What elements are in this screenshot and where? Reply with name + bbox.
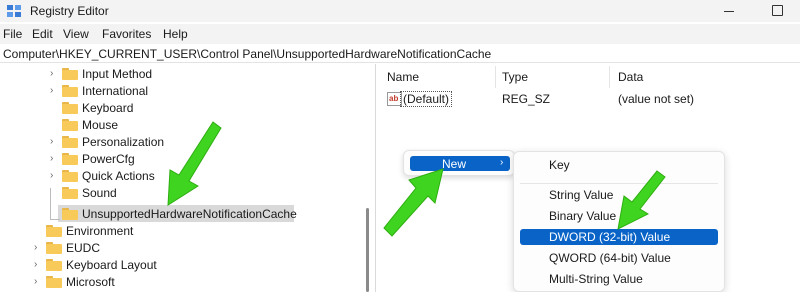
tree-item-mouse[interactable]: Mouse <box>50 117 350 133</box>
registry-editor-icon <box>7 5 21 17</box>
tree-item-label: Quick Actions <box>82 169 155 183</box>
tree-item-environment[interactable]: Environment <box>34 223 334 239</box>
value-row-default[interactable]: ab (Default) REG_SZ (value not set) <box>387 91 787 108</box>
tree-item-keyboard[interactable]: Keyboard <box>50 100 350 116</box>
folder-icon <box>62 208 78 220</box>
chevron-right-icon[interactable]: › <box>50 85 60 97</box>
tree-scrollbar[interactable] <box>366 208 369 292</box>
address-bar[interactable]: Computer\HKEY_CURRENT_USER\Control Panel… <box>0 45 800 63</box>
tree-item-label: UnsupportedHardwareNotificationCache <box>82 207 297 221</box>
tree-item-label: Keyboard Layout <box>66 258 157 272</box>
tree-item-eudc[interactable]: › EUDC <box>34 240 334 256</box>
folder-icon <box>46 242 62 254</box>
chevron-right-icon[interactable]: › <box>34 259 44 271</box>
folder-icon <box>62 119 78 131</box>
column-separator[interactable] <box>609 66 610 88</box>
column-separator[interactable] <box>495 66 496 88</box>
submenu-item-multi-string-value[interactable]: Multi-String Value <box>520 271 718 287</box>
chevron-right-icon[interactable]: › <box>34 276 44 288</box>
new-label: New <box>442 157 467 171</box>
tree-item-powercfg[interactable]: › PowerCfg <box>50 151 350 167</box>
tree-pane: › Input Method › International Keyboard … <box>0 64 376 292</box>
chevron-right-icon[interactable]: › <box>50 170 60 182</box>
tree-item-label: Environment <box>66 224 134 238</box>
tree-item-input-method[interactable]: › Input Method <box>50 66 350 82</box>
tree-item-keyboard-layout[interactable]: › Keyboard Layout <box>34 257 334 273</box>
tree-item-label: Mouse <box>82 118 119 132</box>
tree-item-label: Keyboard <box>82 101 134 115</box>
tree-item-international[interactable]: › International <box>50 83 350 99</box>
tree-item-label: EUDC <box>66 241 101 255</box>
tree-item-label: Microsoft <box>66 275 115 289</box>
chevron-right-icon[interactable]: › <box>34 242 44 254</box>
menu-file[interactable]: File <box>3 27 22 41</box>
tree-item-microsoft[interactable]: › Microsoft <box>34 274 334 290</box>
column-header-name[interactable]: Name <box>387 70 419 84</box>
tree-item-label: Sound <box>82 186 117 200</box>
folder-icon <box>46 276 62 288</box>
tree-item-label: PowerCfg <box>82 152 135 166</box>
submenu-item-qword-value[interactable]: QWORD (64-bit) Value <box>520 250 718 266</box>
menu-view[interactable]: View <box>63 27 89 41</box>
submenu-item-label: String Value <box>549 188 614 202</box>
tree-item-unsupported-hardware-notification-cache[interactable]: UnsupportedHardwareNotificationCache <box>50 206 350 222</box>
folder-icon <box>46 259 62 271</box>
folder-icon <box>62 136 78 148</box>
context-menu: New › <box>403 150 515 176</box>
folder-icon <box>62 170 78 182</box>
menu-separator <box>520 183 718 184</box>
folder-icon <box>62 153 78 165</box>
menu-favorites[interactable]: Favorites <box>102 27 151 41</box>
column-header-data[interactable]: Data <box>618 70 643 84</box>
submenu-item-label: Multi-String Value <box>549 272 643 286</box>
tree-item-label: International <box>82 84 149 98</box>
submenu-item-binary-value[interactable]: Binary Value <box>520 208 718 224</box>
folder-icon <box>62 85 78 97</box>
window-title: Registry Editor <box>30 4 109 18</box>
value-data: (value not set) <box>618 92 695 106</box>
column-header-type[interactable]: Type <box>502 70 528 84</box>
context-menu-new[interactable]: New › <box>410 156 510 171</box>
minimize-button[interactable] <box>706 0 752 22</box>
tree-item-personalization[interactable]: › Personalization <box>50 134 350 150</box>
tree-item-label: Personalization <box>82 135 165 149</box>
folder-icon <box>62 187 78 199</box>
menu-edit[interactable]: Edit <box>32 27 53 41</box>
submenu-item-string-value[interactable]: String Value <box>520 187 718 203</box>
folder-icon <box>46 225 62 237</box>
submenu-item-label: DWORD (32-bit) Value <box>549 230 671 244</box>
tree-item-label: Input Method <box>82 67 153 81</box>
chevron-right-icon[interactable]: › <box>50 136 60 148</box>
tree-item-quick-actions[interactable]: › Quick Actions <box>50 168 350 184</box>
chevron-right-icon[interactable]: › <box>50 153 60 165</box>
folder-icon <box>62 68 78 80</box>
submenu-item-label: QWORD (64-bit) Value <box>549 251 671 265</box>
value-name: (Default) <box>400 91 453 107</box>
submenu-item-dword-value[interactable]: DWORD (32-bit) Value <box>520 229 718 245</box>
chevron-right-icon[interactable]: › <box>50 68 60 80</box>
submenu-item-label: Key <box>549 158 570 172</box>
submenu-item-label: Binary Value <box>549 209 617 223</box>
value-type: REG_SZ <box>502 92 551 106</box>
new-submenu: Key String Value Binary Value DWORD (32-… <box>513 151 725 292</box>
maximize-button[interactable] <box>754 0 800 22</box>
menu-help[interactable]: Help <box>163 27 188 41</box>
submenu-item-key[interactable]: Key <box>520 157 718 173</box>
menu-bar: File Edit View Favorites Help <box>0 24 800 44</box>
chevron-right-icon: › <box>500 157 504 168</box>
folder-icon <box>62 102 78 114</box>
title-bar: Registry Editor <box>0 0 800 22</box>
tree-item-sound[interactable]: Sound <box>50 185 350 201</box>
